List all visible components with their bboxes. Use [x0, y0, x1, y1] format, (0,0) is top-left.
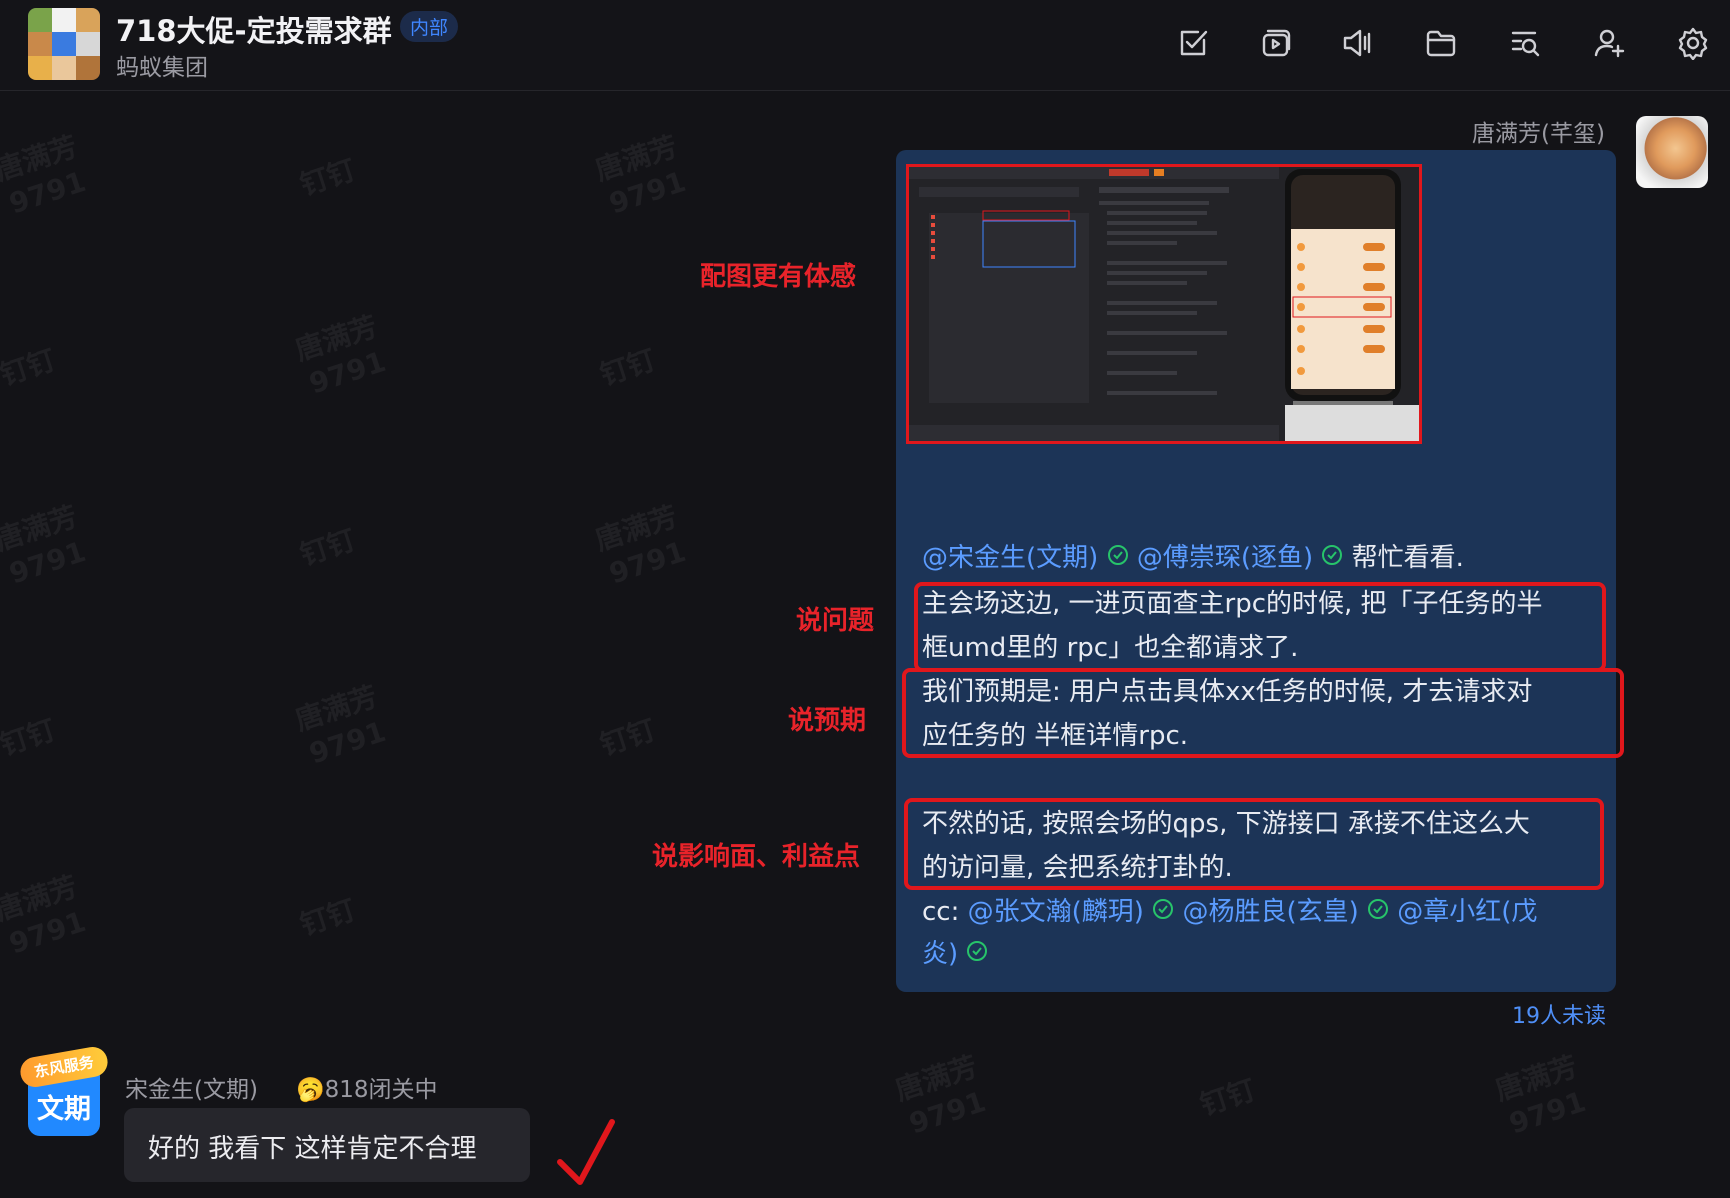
impact-line-2: 的访问量, 会把系统打卦的.: [922, 853, 1233, 883]
mention-yang-shengliang[interactable]: @杨胜良(玄皇): [1182, 897, 1358, 927]
annotation-impact: 说影响面、利益点: [652, 842, 861, 872]
read-check-icon: [1152, 897, 1174, 927]
settings-icon[interactable]: [1676, 26, 1710, 61]
message-sender-name[interactable]: 唐满芳(芊玺): [1472, 114, 1605, 148]
files-icon[interactable]: [1424, 26, 1458, 60]
reply-sender-name[interactable]: 宋金生(文期): [125, 1070, 258, 1104]
red-checkmark-icon: [557, 1119, 615, 1185]
group-org: 蚂蚁集团: [116, 55, 208, 81]
impact-line-1: 不然的话, 按照会场的qps, 下游接口 承接不住这么大: [922, 809, 1530, 839]
todo-icon[interactable]: [1176, 26, 1210, 60]
expectation-line-2: 应任务的 半框详情rpc.: [922, 721, 1189, 751]
mention-zhang-wenhan[interactable]: @张文瀚(麟玥): [968, 897, 1144, 927]
internal-badge: 内部: [400, 11, 459, 42]
cc-prefix: cc:: [922, 897, 960, 927]
announce-icon[interactable]: [1340, 26, 1374, 60]
devtools-screenshot-drawing: [909, 167, 1419, 441]
cc-line-2: 炎): [922, 932, 988, 976]
reply-text: 好的 我看下 这样肯定不合理: [148, 1134, 477, 1164]
annotation-problem: 说问题: [796, 606, 875, 636]
annotation-image: 配图更有体感: [700, 262, 857, 292]
read-check-icon: [966, 939, 988, 969]
search-history-icon[interactable]: [1508, 26, 1542, 60]
problem-line-2: 框umd里的 rpc」也全都请求了.: [922, 633, 1299, 663]
mention-song-jinsheng[interactable]: @宋金生(文期): [922, 543, 1098, 573]
message-screenshot-image[interactable]: [906, 164, 1422, 444]
reply-sender-status: 🥱818闭关中: [296, 1077, 438, 1103]
read-check-icon: [1107, 543, 1129, 573]
cc-line: cc: @张文瀚(麟玥) @杨胜良(玄皇) @章小红(戊: [922, 890, 1537, 934]
live-icon[interactable]: [1258, 26, 1292, 60]
group-avatar[interactable]: [28, 8, 100, 80]
mention-request-text: 帮忙看看.: [1351, 543, 1464, 573]
add-member-icon[interactable]: [1592, 26, 1626, 60]
group-title: 718大促-定投需求群: [116, 14, 392, 48]
mention-zhang-xiaohong[interactable]: @章小红(戊: [1397, 897, 1537, 927]
annotation-expectation: 说预期: [788, 706, 867, 736]
expectation-line-1: 我们预期是: 用户点击具体xx任务的时候, 才去请求对: [922, 677, 1533, 707]
sender-avatar[interactable]: [1636, 116, 1708, 188]
problem-line-1: 主会场这边, 一进页面查主rpc的时候, 把「子任务的半: [922, 589, 1543, 619]
unread-count[interactable]: 19人未读: [1512, 998, 1606, 1030]
read-check-icon: [1367, 897, 1389, 927]
read-check-icon: [1321, 543, 1343, 573]
mention-fu-chongchen[interactable]: @傅崇琛(逐鱼): [1137, 543, 1313, 573]
mention-zhang-xiaohong-cont[interactable]: 炎): [922, 939, 958, 969]
mentions-line: @宋金生(文期) @傅崇琛(逐鱼) 帮忙看看.: [922, 536, 1464, 580]
